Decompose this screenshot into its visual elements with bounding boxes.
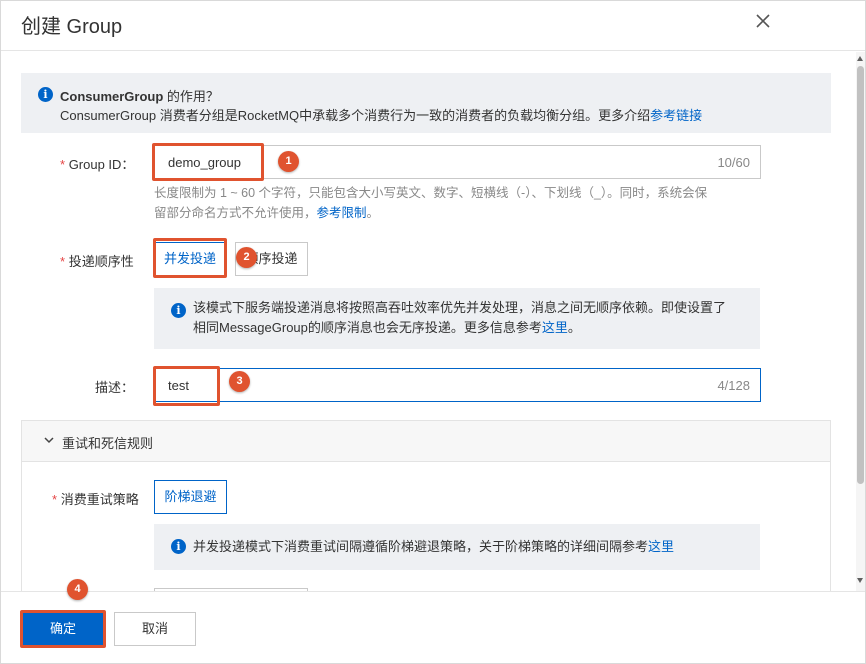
retry-more-link[interactable]: 这里 [648,539,674,554]
dialog-body: i ConsumerGroup 的作用？ ConsumerGroup 消费者分组… [1,52,855,591]
step-marker-1: 1 [278,151,299,172]
dialog-header: 创建 Group [1,1,865,51]
vertical-scrollbar[interactable] [856,52,865,591]
retry-notice: i 并发投递模式下消费重试间隔遵循阶梯避退策略，关于阶梯策略的详细间隔参考这里 [154,524,760,570]
retry-dead-letter-panel: 重试和死信规则 * 消费重试策略 阶梯退避 i 并发投递模式下消费重试间隔遵循阶… [21,420,831,591]
group-id-label: * Group ID： [60,157,135,172]
concurrent-delivery-option[interactable]: 并发投递 [154,242,226,276]
chevron-down-icon [44,437,54,444]
step-marker-2: 2 [236,247,257,268]
info-title: ConsumerGroup 的作用？ [60,89,219,104]
description-label: 描述： [95,380,135,395]
retry-section-title: 重试和死信规则 [62,436,154,451]
cancel-button[interactable]: 取消 [114,612,196,646]
scroll-down-icon[interactable] [857,578,863,583]
consumer-group-info-box: i ConsumerGroup 的作用？ ConsumerGroup 消费者分组… [21,73,831,133]
info-icon: i [171,539,186,554]
close-icon[interactable] [751,9,775,33]
delivery-more-link[interactable]: 这里 [542,320,568,335]
info-icon: i [171,303,186,318]
create-group-dialog: 创建 Group i ConsumerGroup 的作用？ ConsumerGr… [0,0,866,664]
delivery-order-label: * 投递顺序性 [60,254,134,269]
scroll-thumb[interactable] [857,66,864,484]
step-marker-4: 4 [67,579,88,600]
scroll-up-icon[interactable] [857,56,863,61]
confirm-button[interactable]: 确定 [22,612,104,646]
dialog-title: 创建 Group [21,16,123,38]
group-id-input[interactable]: demo_group 10/60 [154,145,761,179]
group-id-help: 长度限制为 1 ~ 60 个字符，只能包含大小写英文、数字、短横线（-）、下划线… [154,186,708,220]
description-char-count: 4/128 [717,378,750,393]
info-icon: i [38,87,53,102]
info-text: ConsumerGroup 消费者分组是RocketMQ中承载多个消费行为一致的… [60,108,703,123]
retry-policy-label: * 消费重试策略 [52,492,139,507]
retry-section-header[interactable]: 重试和死信规则 [22,421,830,462]
step-marker-3: 3 [229,371,250,392]
reference-link[interactable]: 参考链接 [650,108,702,123]
ladder-backoff-option[interactable]: 阶梯退避 [154,480,227,514]
group-id-char-count: 10/60 [717,155,750,170]
delivery-notice: i 该模式下服务端投递消息将按照高吞吐效率优先并发处理，消息之间无顺序依赖。即使… [154,288,760,349]
naming-restriction-link[interactable]: 参考限制 [317,206,367,220]
dialog-footer: 确定 取消 4 [1,579,865,663]
